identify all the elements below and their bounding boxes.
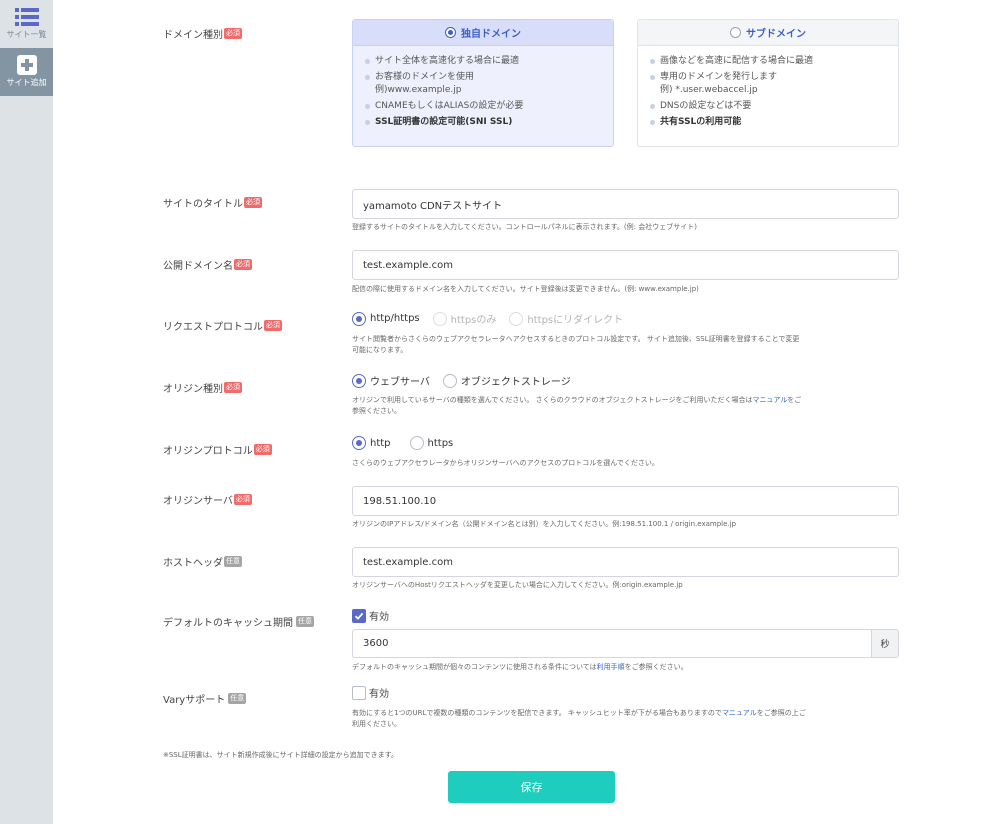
plus-square-icon [16,55,37,75]
list-item: 専用のドメインを発行します 例) *.user.webaccel.jp [650,71,898,97]
site-title-input[interactable]: yamamoto CDNテストサイト [352,189,899,219]
radio-unselected-icon [730,27,741,38]
required-badge: 必須 [224,28,242,39]
public-domain-label: 公開ドメイン名 必須 [163,259,252,272]
origin-protocol-option-https[interactable]: https [409,436,453,450]
domain-type-label: ドメイン種別 必須 [163,28,242,41]
sidebar: サイト一覧 サイト追加 [0,0,53,824]
request-protocol-option-https-only: httpsのみ [432,311,496,326]
radio-unselected-icon [442,373,457,388]
vary-support-label: Varyサポート 任意 [163,693,247,706]
required-badge: 必須 [234,259,252,270]
origin-protocol-label: オリジンプロトコル 必須 [163,444,272,457]
list-icon [14,8,39,26]
radio-selected-icon [352,436,366,450]
usage-guide-link[interactable]: 利用手順 [597,663,625,671]
origin-protocol-radios: http https [352,436,466,450]
sidebar-item-add-site[interactable]: サイト追加 [0,48,53,96]
origin-type-option-web-server[interactable]: ウェブサーバ [352,373,430,388]
list-item: SSL証明書の設定可能(SNI SSL) [365,116,613,129]
default-cache-checkbox[interactable]: 有効 [352,608,389,623]
sidebar-item-label: サイト追加 [6,78,47,87]
host-header-label: ホストヘッダ 任意 [163,556,242,569]
request-protocol-help: サイト閲覧者からさくらのウェブアクセラレータへアクセスするときのプロトコル設定で… [352,335,800,354]
request-protocol-option-http-https[interactable]: http/https [352,311,420,326]
origin-server-help: オリジンのIPアドレス/ドメイン名（公開ドメイン名とは別）を入力してください。例… [352,520,737,528]
default-cache-input[interactable]: 3600 [352,629,871,658]
request-protocol-label: リクエストプロトコル 必須 [163,320,282,333]
radio-selected-icon [352,311,366,326]
public-domain-help: 配信の際に使用するドメイン名を入力してください。サイト登録後は変更できません。(… [352,285,699,293]
vary-support-checkbox[interactable]: 有効 [352,685,389,700]
request-protocol-radios: http/https httpsのみ httpsにリダイレクト [352,311,636,326]
request-protocol-option-https-redirect: httpsにリダイレクト [509,311,623,326]
public-domain-input[interactable]: test.example.com [352,250,899,280]
origin-type-label: オリジン種別 必須 [163,382,242,395]
manual-link[interactable]: マニュアル [752,396,787,404]
domain-option-custom-header[interactable]: 独自ドメイン [353,20,613,46]
optional-badge: 任意 [228,693,247,704]
sidebar-item-label: サイト一覧 [6,30,47,39]
ssl-footnote: ※SSL証明書は、サイト新規作成後にサイト詳細の設定から追加できます。 [163,751,398,759]
checkbox-checked-icon [352,608,366,623]
required-badge: 必須 [244,197,262,208]
default-cache-help: デフォルトのキャッシュ期間が個々のコンテンツに使用される条件については利用手順を… [352,663,688,671]
list-item: お客様のドメインを使用 例)www.example.jp [365,71,613,97]
list-item: サイト全体を高速化する場合に最適 [365,55,613,68]
site-title-help: 登録するサイトのタイトルを入力してください。コントロールパネルに表示されます。(… [352,223,697,231]
seconds-unit: 秒 [871,629,899,658]
origin-protocol-help: さくらのウェブアクセラレータからオリジンサーバへのアクセスのプロトコルを選んでく… [352,459,659,467]
radio-selected-icon [352,373,366,388]
required-badge: 必須 [224,382,242,393]
origin-server-label: オリジンサーバ 必須 [163,494,252,507]
domain-option-subdomain[interactable]: サブドメイン 画像などを高速に配信する場合に最適 専用のドメインを発行します 例)… [637,19,899,147]
default-cache-input-group: 3600 秒 [352,629,899,658]
host-header-help: オリジンサーバへのHostリクエストヘッダを変更したい場合に入力してください。例… [352,581,683,589]
vary-support-help: 有効にすると1つのURLで複数の種類のコンテンツを配信できます。 キャッシュヒッ… [352,709,806,728]
save-button[interactable]: 保存 [448,771,615,803]
origin-server-input[interactable]: 198.51.100.10 [352,486,899,516]
optional-badge: 任意 [224,556,242,567]
domain-option-subdomain-points: 画像などを高速に配信する場合に最適 専用のドメインを発行します 例) *.user… [638,46,898,129]
list-item: 共有SSLの利用可能 [650,116,898,129]
origin-type-help: オリジンで利用しているサーバの種類を選んでください。 さくらのクラウドのオブジェ… [352,396,802,415]
radio-unselected-icon [509,311,524,326]
origin-type-radios: ウェブサーバ オブジェクトストレージ [352,373,584,388]
radio-unselected-icon [409,436,424,450]
optional-badge: 任意 [296,616,314,627]
required-badge: 必須 [253,444,272,455]
domain-option-custom[interactable]: 独自ドメイン サイト全体を高速化する場合に最適 お客様のドメインを使用 例)www… [352,19,614,147]
radio-unselected-icon [432,311,447,326]
origin-type-option-object-storage[interactable]: オブジェクトストレージ [442,373,571,388]
manual-link[interactable]: マニュアル [722,709,757,717]
default-cache-label: デフォルトのキャッシュ期間 任意 [163,616,314,629]
list-item: CNAMEもしくはALIASの設定が必要 [365,100,613,113]
host-header-input[interactable]: test.example.com [352,547,899,577]
required-badge: 必須 [233,494,252,505]
list-item: DNSの設定などは不要 [650,100,898,113]
domain-option-custom-points: サイト全体を高速化する場合に最適 お客様のドメインを使用 例)www.exampl… [353,46,613,129]
checkbox-unchecked-icon [352,685,366,700]
domain-option-subdomain-header[interactable]: サブドメイン [638,20,898,46]
site-title-label: サイトのタイトル 必須 [163,197,262,210]
required-badge: 必須 [264,320,282,331]
origin-protocol-option-http[interactable]: http [352,436,391,450]
list-item: 画像などを高速に配信する場合に最適 [650,55,898,68]
radio-selected-icon [445,27,456,38]
sidebar-item-site-list[interactable]: サイト一覧 [0,0,53,48]
